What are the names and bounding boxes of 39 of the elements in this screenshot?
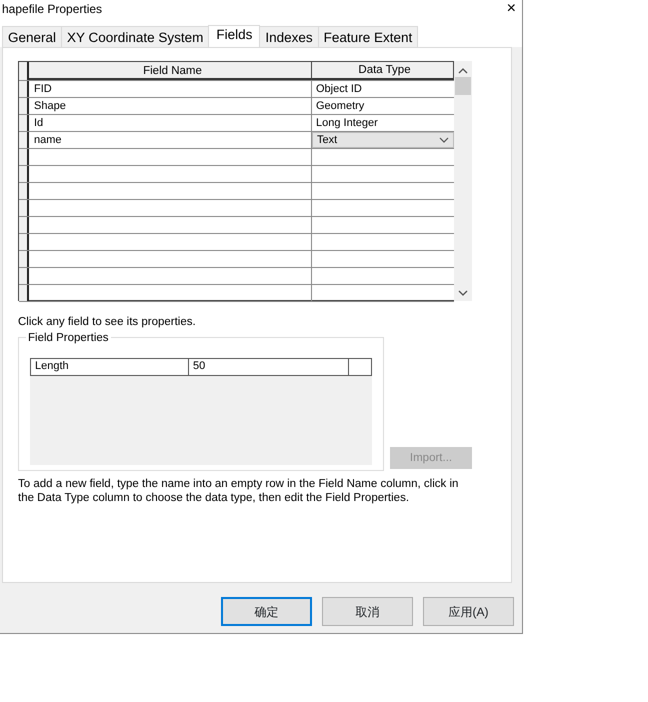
table-cell: Shape (29, 98, 312, 114)
dialog-button[interactable]: 应用(A) (423, 597, 514, 626)
dialog-button[interactable]: 确定 (221, 597, 312, 626)
tab[interactable]: XY Coordinate System (61, 26, 210, 47)
table-cell-text: Object ID (315, 82, 363, 97)
column-header[interactable]: Field Name (29, 62, 312, 80)
chevron-down-icon (439, 136, 449, 144)
scrollbar[interactable] (454, 61, 472, 301)
table-cell: 50 (189, 359, 349, 376)
row-header[interactable] (19, 183, 29, 199)
row-header[interactable] (19, 115, 29, 131)
row-header[interactable] (19, 132, 29, 148)
row-header[interactable] (19, 98, 29, 114)
row-header[interactable] (19, 285, 29, 301)
row-header[interactable] (19, 234, 29, 250)
row-header[interactable] (19, 251, 29, 267)
hint-text: Click any field to see its properties. (18, 315, 197, 330)
dialog-button[interactable]: 取消 (322, 597, 413, 626)
table-cell-text: Geometry (315, 99, 366, 114)
table-cell-text: Long Integer (315, 116, 379, 131)
row-header[interactable] (19, 81, 29, 97)
scroll-down-icon[interactable] (458, 289, 468, 297)
close-button[interactable]: × (506, 1, 516, 17)
table-cell: Length (31, 359, 189, 376)
row-header[interactable] (19, 166, 29, 182)
scroll-thumb[interactable] (455, 77, 471, 95)
data-type-dropdown[interactable]: Text (312, 132, 454, 148)
table-cell: FID (29, 81, 312, 97)
scroll-up-icon[interactable] (458, 67, 468, 75)
row-header[interactable] (19, 149, 29, 165)
tab[interactable]: Feature Extent (318, 26, 418, 47)
tab[interactable]: Indexes (259, 26, 319, 47)
row-header[interactable] (19, 268, 29, 284)
help-text: To add a new field, type the name into an empty row in the Field Name column, click in the Data Type column to choose the data type, then edit the Field Properties. (18, 477, 460, 506)
row-header[interactable] (19, 217, 29, 233)
window-title: hapefile Properties (1, 2, 102, 17)
row-header[interactable] (19, 200, 29, 216)
tab[interactable]: General (2, 26, 62, 47)
table-cell: Id (29, 115, 312, 131)
